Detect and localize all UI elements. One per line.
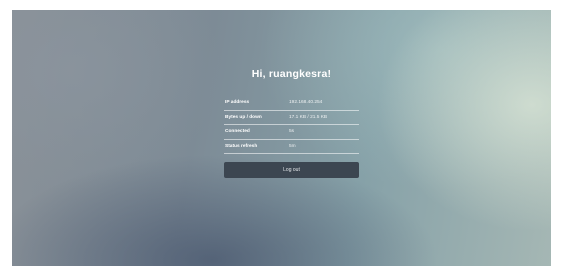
status-label: IP address [225,100,250,106]
status-value: 5m [289,143,296,149]
status-label: Bytes up / down [225,114,262,120]
status-value: 192.168.40.254 [289,100,323,106]
greeting-title: Hi, ruangkesra! [251,68,332,80]
status-label: Status refresh [225,143,258,149]
status-value: 5s [289,129,295,135]
status-row-ip-address: IP address 192.168.40.254 [224,96,359,111]
logout-button[interactable]: Log out [224,162,359,178]
status-table: IP address 192.168.40.254 Bytes up / dow… [224,96,359,154]
status-row-status-refresh: Status refresh 5m [224,140,359,154]
status-value: 17.1 KB / 21.5 KB [289,114,328,120]
status-row-connected: Connected 5s [224,125,359,140]
login-status-page: Hi, ruangkesra! IP address 192.168.40.25… [12,10,551,266]
status-panel: Hi, ruangkesra! IP address 192.168.40.25… [224,66,359,178]
status-row-bytes: Bytes up / down 17.1 KB / 21.5 KB [224,111,359,125]
status-label: Connected [225,129,250,135]
